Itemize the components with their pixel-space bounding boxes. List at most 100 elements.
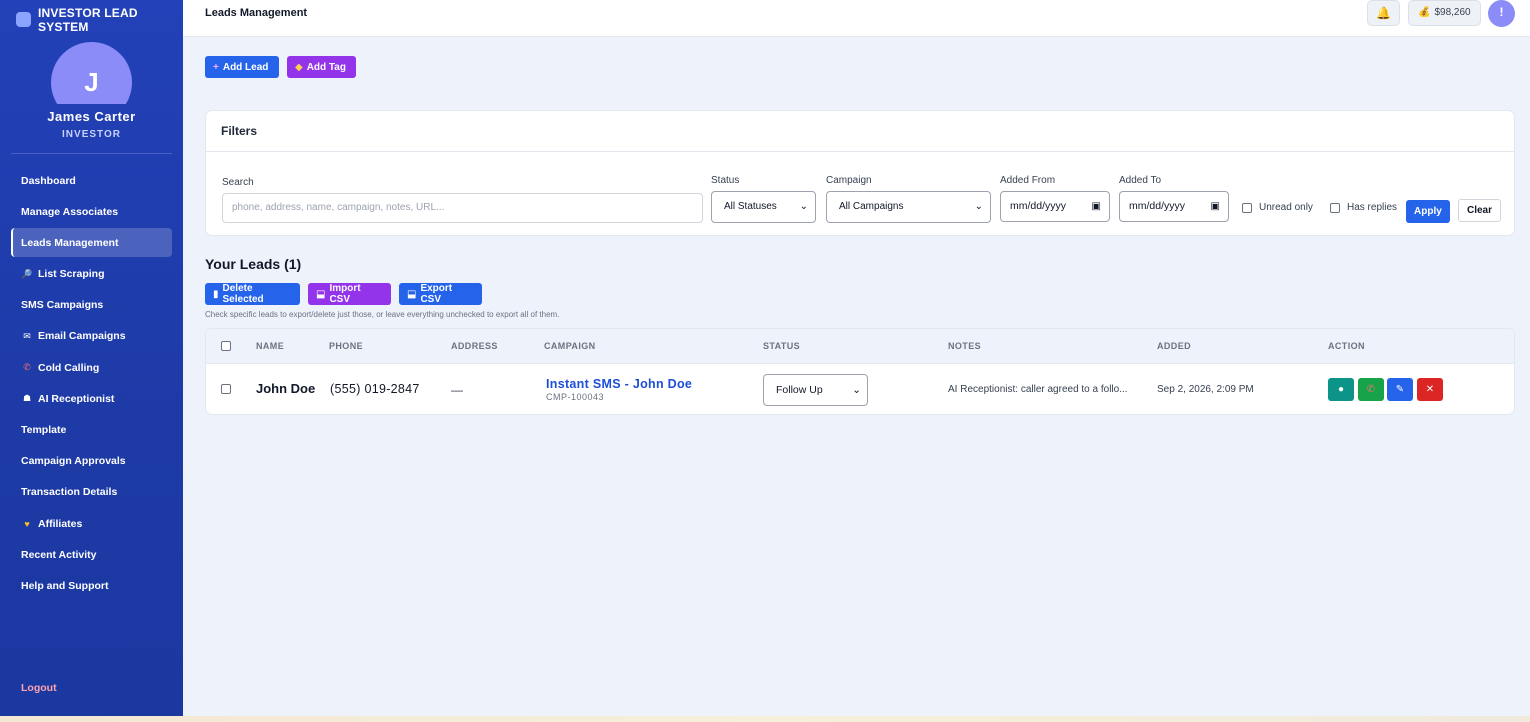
phone-icon: ✆: [23, 362, 31, 373]
lead-status-select[interactable]: Follow Up ⌄: [763, 374, 868, 406]
avatar-initial: J: [51, 42, 132, 104]
added-from-input[interactable]: mm/dd/yyyy ▣: [1000, 191, 1110, 222]
export-csv-button[interactable]: ⬓ Export CSV: [399, 283, 482, 305]
unread-only-label: Unread only: [1259, 202, 1313, 213]
added-to-label: Added To: [1119, 175, 1162, 186]
column-header-added[interactable]: ADDED: [1157, 329, 1191, 364]
sidebar: INVESTOR LEAD SYSTEM J James Carter INVE…: [0, 0, 183, 716]
leads-table: NAME PHONE ADDRESS CAMPAIGN STATUS NOTES…: [205, 328, 1515, 415]
sidebar-item-label: SMS Campaigns: [21, 299, 104, 312]
sidebar-item-help-and-support[interactable]: Help and Support: [11, 571, 172, 600]
import-csv-label: Import CSV: [329, 283, 361, 305]
sidebar-item-label: Leads Management: [21, 236, 119, 249]
sidebar-item-ai-receptionist[interactable]: ☗ AI Receptionist: [11, 384, 172, 413]
sidebar-item-recent-activity[interactable]: Recent Activity: [11, 540, 172, 569]
apply-button[interactable]: Apply: [1406, 200, 1450, 223]
sidebar-item-label: Campaign Approvals: [21, 455, 126, 468]
filters-card: Filters Search phone, address, name, cam…: [205, 110, 1515, 236]
campaign-filter-select[interactable]: All Campaigns ⌄: [826, 191, 991, 223]
campaign-filter-value: All Campaigns: [839, 201, 904, 212]
logout-link[interactable]: Logout: [21, 682, 57, 694]
trash-icon: ▮: [213, 288, 219, 300]
magnifier-icon: 🔎: [21, 268, 33, 279]
sidebar-item-sms-campaigns[interactable]: SMS Campaigns: [11, 291, 172, 320]
sidebar-item-label: AI Receptionist: [38, 392, 115, 405]
has-replies-label: Has replies: [1347, 202, 1398, 213]
tag-icon: ◆: [295, 61, 303, 73]
chevron-down-icon: ⌄: [852, 384, 861, 396]
sidebar-nav: Dashboard Manage Associates Leads Manage…: [11, 166, 172, 603]
delete-selected-label: Delete Selected: [222, 283, 264, 305]
lead-campaign-link[interactable]: Instant SMS - John Doe: [546, 377, 692, 391]
column-header-name[interactable]: NAME: [256, 329, 284, 364]
column-header-action: ACTION: [1328, 341, 1365, 351]
import-csv-button[interactable]: ⬓ Import CSV: [308, 283, 391, 305]
user-name: James Carter: [47, 109, 136, 124]
notifications-button[interactable]: 🔔: [1367, 0, 1400, 26]
has-replies-checkbox[interactable]: [1330, 203, 1340, 213]
sidebar-item-label: Cold Calling: [38, 361, 100, 374]
sidebar-item-label: Affiliates: [38, 517, 83, 530]
call-button[interactable]: ✆: [1358, 378, 1384, 401]
sidebar-item-cold-calling[interactable]: ✆ Cold Calling: [11, 353, 172, 382]
export-csv-label: Export CSV: [420, 283, 453, 305]
status-label: Status: [711, 175, 740, 186]
add-tag-button[interactable]: ◆ Add Tag: [287, 56, 356, 78]
user-avatar-initial: !: [1499, 5, 1504, 19]
delete-lead-button[interactable]: ✕: [1417, 378, 1443, 401]
message-button[interactable]: ●: [1328, 378, 1354, 401]
lead-status-value: Follow Up: [776, 384, 823, 396]
sidebar-item-label: Transaction Details: [21, 486, 118, 499]
wallet-balance-button[interactable]: 💰 $98,260: [1408, 0, 1481, 26]
column-header-campaign[interactable]: CAMPAIGN: [544, 329, 596, 364]
column-header-phone[interactable]: PHONE: [329, 329, 363, 364]
brand[interactable]: INVESTOR LEAD SYSTEM: [16, 6, 176, 34]
sidebar-item-leads-management[interactable]: Leads Management: [11, 228, 172, 258]
sidebar-item-list-scraping[interactable]: 🔎 List Scraping: [11, 260, 172, 289]
edit-button[interactable]: ✎: [1387, 378, 1413, 401]
sidebar-item-affiliates[interactable]: ♥ Affiliates: [11, 509, 172, 538]
sidebar-item-email-campaigns[interactable]: ✉ Email Campaigns: [11, 322, 172, 351]
sidebar-item-label: List Scraping: [38, 268, 105, 281]
money-bag-icon: 💰: [1418, 7, 1431, 18]
brand-name: INVESTOR LEAD SYSTEM: [38, 6, 138, 34]
table-row[interactable]: John Doe (555) 019-2847 — Instant SMS - …: [206, 364, 1514, 414]
select-all-checkbox[interactable]: [221, 341, 231, 351]
chevron-down-icon: ⌄: [974, 201, 983, 212]
campaign-label: Campaign: [826, 175, 872, 186]
bell-icon: 🔔: [1376, 6, 1391, 20]
row-checkbox[interactable]: [221, 384, 231, 394]
unread-only-checkbox[interactable]: [1242, 203, 1252, 213]
lead-notes: AI Receptionist: caller agreed to a foll…: [948, 384, 1128, 395]
user-role: INVESTOR: [62, 129, 121, 140]
sidebar-divider: [11, 153, 172, 154]
sidebar-item-manage-associates[interactable]: Manage Associates: [11, 197, 172, 226]
export-icon: ⬓: [407, 288, 417, 300]
chat-icon: ●: [1337, 384, 1345, 395]
column-header-notes[interactable]: NOTES: [948, 329, 981, 364]
clear-button[interactable]: Clear: [1458, 199, 1502, 222]
column-header-status[interactable]: STATUS: [763, 329, 800, 364]
sidebar-item-label: Manage Associates: [21, 205, 119, 218]
status-filter-select[interactable]: All Statuses ⌄: [711, 191, 816, 223]
filters-title: Filters: [206, 111, 1514, 152]
sidebar-item-campaign-approvals[interactable]: Campaign Approvals: [11, 447, 172, 476]
page-title: Leads Management: [205, 7, 308, 19]
add-lead-button[interactable]: + Add Lead: [205, 56, 279, 78]
sidebar-item-template[interactable]: Template: [11, 416, 172, 445]
column-header-address[interactable]: ADDRESS: [451, 329, 498, 364]
sidebar-item-label: Template: [21, 424, 67, 436]
lead-name[interactable]: John Doe: [256, 381, 315, 396]
search-label: Search: [222, 177, 254, 188]
lead-address: —: [451, 383, 463, 397]
pencil-icon: ✎: [1395, 384, 1405, 395]
robot-icon: ☗: [22, 393, 32, 404]
user-avatar-button[interactable]: !: [1488, 0, 1515, 27]
added-from-label: Added From: [1000, 175, 1056, 186]
lead-campaign-id: CMP-100043: [546, 392, 605, 402]
sidebar-item-transaction-details[interactable]: Transaction Details: [11, 478, 172, 507]
delete-selected-button[interactable]: ▮ Delete Selected: [205, 283, 300, 305]
added-to-input[interactable]: mm/dd/yyyy ▣: [1119, 191, 1229, 222]
search-input[interactable]: phone, address, name, campaign, notes, U…: [222, 193, 703, 223]
sidebar-item-dashboard[interactable]: Dashboard: [11, 166, 172, 195]
